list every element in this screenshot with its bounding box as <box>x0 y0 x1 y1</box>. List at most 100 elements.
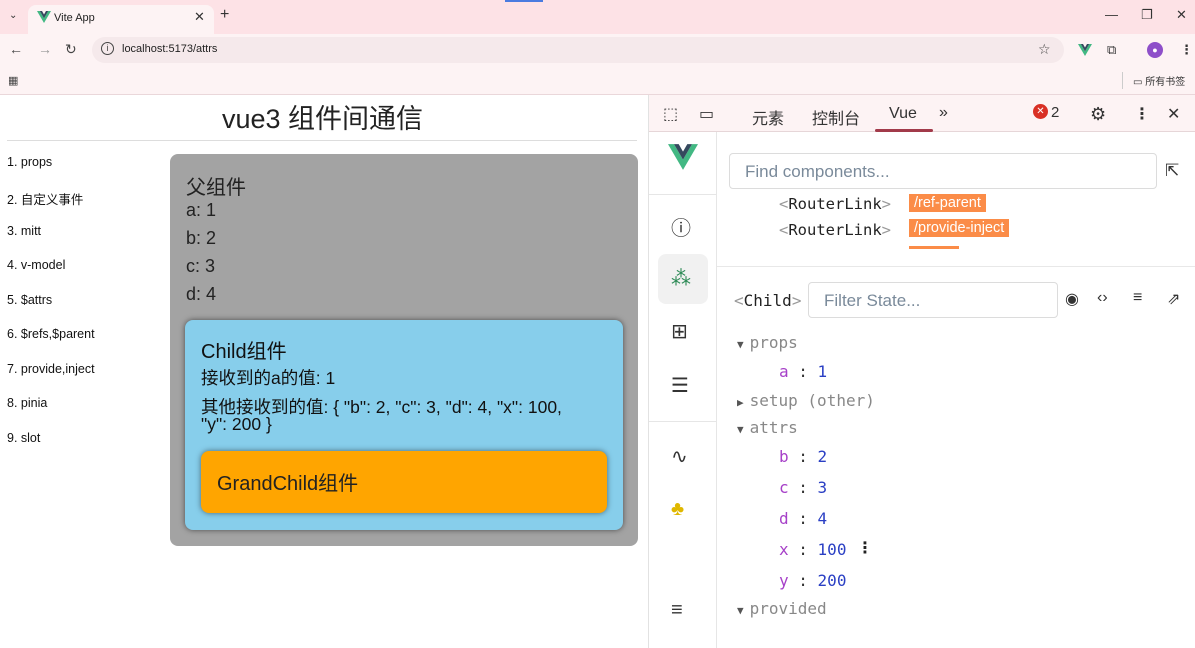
parent-title: 父组件 <box>186 177 246 199</box>
devtools-menu-icon[interactable]: ⋮ <box>1134 104 1150 124</box>
filter-state-placeholder: Filter State... <box>824 291 921 310</box>
settings-sliders-icon[interactable]: ≡ <box>671 599 683 622</box>
row-actions-icon[interactable]: ⋮ <box>857 538 873 558</box>
site-info-icon[interactable]: i <box>101 42 114 55</box>
components-icon[interactable]: ⁂ <box>671 266 691 291</box>
attr-row[interactable]: d : 4 <box>779 509 827 528</box>
menu-icon[interactable]: ⋮ <box>1180 42 1193 58</box>
tab-elements[interactable]: 元素 <box>752 105 784 129</box>
section-setup[interactable]: ▶ setup (other) <box>737 391 875 410</box>
restore-icon[interactable]: ❐ <box>1141 7 1153 23</box>
close-devtools-icon[interactable]: ✕ <box>1167 104 1180 124</box>
filter-state-input[interactable]: Filter State... <box>808 282 1058 318</box>
selected-component-tag: <Child> <box>734 291 802 310</box>
find-components-input[interactable]: Find components... <box>729 153 1157 189</box>
nav-link-provide-inject[interactable]: 7. provide,inject <box>7 362 95 376</box>
component-tree-icon[interactable]: ⊞ <box>671 319 688 344</box>
close-window-icon[interactable]: ✕ <box>1176 7 1187 23</box>
tab-console[interactable]: 控制台 <box>812 105 860 129</box>
minimize-icon[interactable]: — <box>1105 7 1118 22</box>
tab-bar: ⌄ Vite App ✕ + — ❐ ✕ <box>0 0 1195 34</box>
back-icon[interactable]: ← <box>9 41 23 57</box>
parent-value-a: a: 1 <box>186 200 217 220</box>
new-tab-icon[interactable]: + <box>220 6 229 24</box>
expanded-triangle-icon: ▼ <box>737 604 744 617</box>
select-component-icon[interactable]: ⇱ <box>1165 161 1179 181</box>
child-received-other-line2: "y": 200 } <box>201 414 272 434</box>
device-toolbar-icon[interactable]: ▭ <box>699 104 714 124</box>
page-content: vue3 组件间通信 1. props 2. 自定义事件 3. mitt 4. … <box>0 95 648 648</box>
bookmarks-bar: ▦ ▭ 所有书签 <box>0 66 1195 95</box>
router-link-row[interactable]: <RouterLink> <box>779 221 891 239</box>
nav-link-custom-events[interactable]: 2. 自定义事件 <box>7 189 83 208</box>
pinia-icon[interactable]: ♣ <box>671 498 684 521</box>
parent-value-d: d: 4 <box>186 284 217 304</box>
parent-value-c: c: 3 <box>186 256 216 276</box>
expanded-triangle-icon: ▼ <box>737 338 744 351</box>
vue-devtools-sidebar: ⓘ ⁂ ⊞ ☰ ∿ ♣ ≡ <box>649 132 717 648</box>
nav-link-props[interactable]: 1. props <box>7 155 52 169</box>
timeline-icon[interactable]: ☰ <box>671 373 689 398</box>
sidebar-divider-2 <box>649 421 717 422</box>
tab-close-icon[interactable]: ✕ <box>194 9 205 25</box>
browser-tab[interactable]: Vite App ✕ <box>28 5 214 34</box>
attr-row[interactable]: x : 100 <box>779 540 846 559</box>
child-title: Child组件 <box>201 341 287 363</box>
section-attrs[interactable]: ▼ attrs <box>737 418 798 437</box>
parent-component: 父组件 a: 1 b: 2 c: 3 d: 4 Child组件 接收到的a的值:… <box>170 154 638 546</box>
error-icon[interactable]: ✕ <box>1033 104 1048 119</box>
more-tabs-icon[interactable]: » <box>939 104 948 122</box>
page-title: vue3 组件间通信 <box>221 104 424 134</box>
nav-link-refs-parent[interactable]: 6. $refs,$parent <box>7 327 95 341</box>
active-tab-indicator <box>875 129 933 132</box>
sidebar-divider <box>649 194 717 195</box>
nav-link-attrs[interactable]: 5. $attrs <box>7 293 52 307</box>
open-in-editor-icon[interactable]: ⇗ <box>1167 289 1180 309</box>
address-toolbar: ← → ↻ i localhost:5173/attrs ☆ ⧉ ● ⋮ <box>0 34 1195 66</box>
attr-row[interactable]: c : 3 <box>779 478 827 497</box>
grandchild-component: GrandChild组件 <box>201 451 607 513</box>
title-divider <box>7 140 637 141</box>
profile-avatar[interactable]: ● <box>1147 42 1163 58</box>
tab-title: Vite App <box>54 12 95 24</box>
find-components-placeholder: Find components... <box>745 162 890 181</box>
error-count[interactable]: 2 <box>1051 104 1059 121</box>
state-divider <box>717 266 1195 267</box>
vue-logo-icon <box>668 144 698 170</box>
inspect-element-icon[interactable]: ⬚ <box>663 104 678 124</box>
attr-row[interactable]: b : 2 <box>779 447 827 466</box>
code-icon[interactable]: ‹› <box>1097 289 1108 307</box>
section-provided[interactable]: ▼ provided <box>737 599 827 618</box>
route-badge: /provide-inject <box>909 219 1010 237</box>
collapsed-triangle-icon: ▶ <box>737 396 744 409</box>
tab-search-icon[interactable]: ⌄ <box>9 10 17 21</box>
apps-grid-icon[interactable]: ▦ <box>8 74 18 87</box>
bookmark-star-icon[interactable]: ☆ <box>1038 41 1051 58</box>
bookmarks-divider <box>1122 72 1123 89</box>
prop-row[interactable]: a : 1 <box>779 362 827 381</box>
parent-value-b: b: 2 <box>186 228 217 248</box>
vue-devtools-extension-icon[interactable] <box>1078 44 1092 56</box>
omnibox[interactable]: i localhost:5173/attrs ☆ <box>92 37 1064 63</box>
reload-icon[interactable]: ↻ <box>65 41 77 58</box>
section-props[interactable]: ▼ props <box>737 333 798 352</box>
nav-link-v-model[interactable]: 4. v-model <box>7 258 65 272</box>
nav-link-pinia[interactable]: 8. pinia <box>7 396 47 410</box>
settings-gear-icon[interactable]: ⚙ <box>1090 104 1106 125</box>
all-bookmarks-button[interactable]: ▭ 所有书签 <box>1133 73 1185 88</box>
router-link-row[interactable]: <RouterLink> <box>779 195 891 213</box>
collapse-icon[interactable]: ≡ <box>1133 289 1142 307</box>
extensions-icon[interactable]: ⧉ <box>1107 42 1116 58</box>
info-circle-icon[interactable]: ⓘ <box>671 212 691 241</box>
router-icon[interactable]: ∿ <box>671 444 688 469</box>
child-component: Child组件 接收到的a的值: 1 其他接收到的值: { "b": 2, "c… <box>185 320 623 530</box>
route-badge: /ref-parent <box>909 194 986 212</box>
devtools-tabbar: ⬚ ▭ 元素 控制台 Vue » ✕ 2 ⚙ ⋮ ✕ <box>649 95 1195 132</box>
forward-icon[interactable]: → <box>38 41 52 57</box>
url-text[interactable]: localhost:5173/attrs <box>122 43 217 55</box>
attr-row[interactable]: y : 200 <box>779 571 846 590</box>
tab-vue[interactable]: Vue <box>889 105 917 123</box>
nav-link-mitt[interactable]: 3. mitt <box>7 224 41 238</box>
eye-icon[interactable]: ◉ <box>1065 289 1079 309</box>
nav-link-slot[interactable]: 9. slot <box>7 431 40 445</box>
